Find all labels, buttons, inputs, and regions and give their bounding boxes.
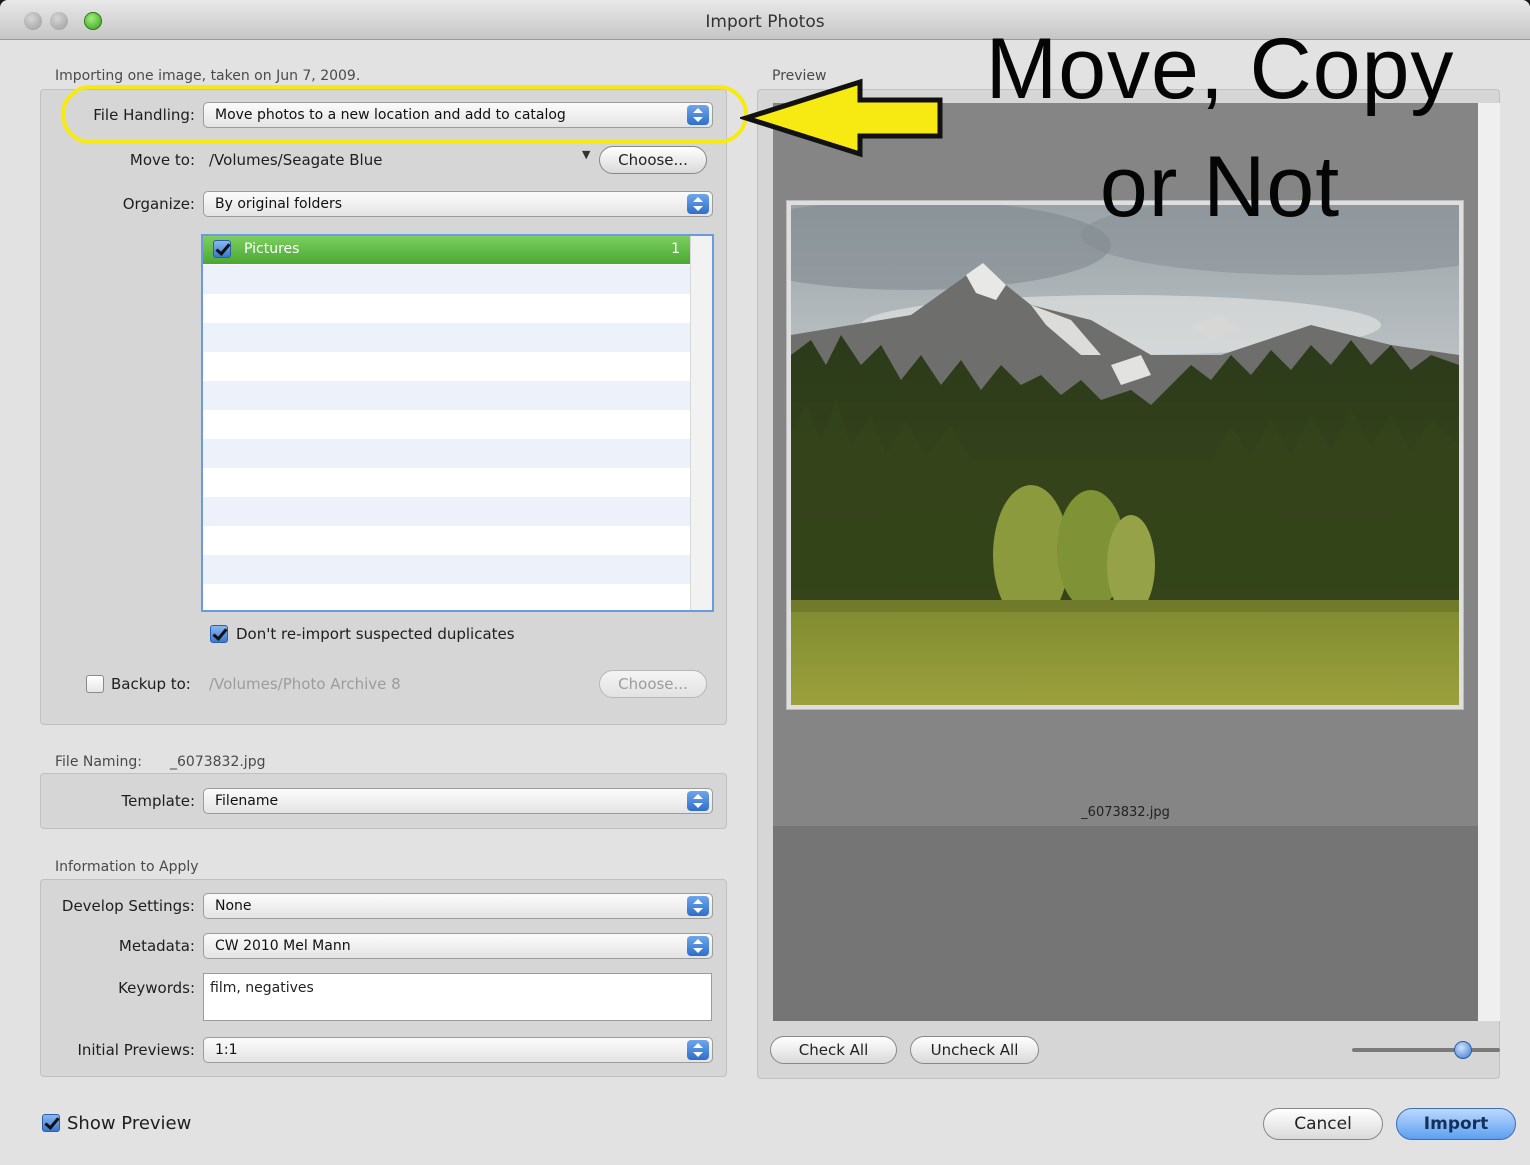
pointer-arrow-icon — [740, 78, 943, 158]
preview-filename: _6073832.jpg — [1081, 805, 1170, 820]
uncheck-all-button[interactable]: Uncheck All — [910, 1036, 1039, 1064]
backup-path: /Volumes/Photo Archive 8 — [209, 675, 401, 693]
info-to-apply-label: Information to Apply — [55, 859, 199, 875]
folder-list-rows — [203, 236, 690, 610]
initial-previews-value: 1:1 — [215, 1042, 238, 1058]
organize-value: By original folders — [215, 196, 343, 212]
organize-label: Organize: — [122, 195, 195, 213]
template-value: Filename — [215, 793, 279, 809]
import-button[interactable]: Import — [1396, 1108, 1516, 1140]
import-photos-window: Import Photos Importing one image, taken… — [0, 0, 1530, 1165]
move-to-choose-button[interactable]: Choose... — [599, 146, 707, 174]
keywords-label: Keywords: — [118, 979, 195, 997]
organize-popup[interactable]: By original folders — [203, 191, 713, 217]
template-popup[interactable]: Filename — [203, 788, 713, 814]
popup-arrows-icon — [687, 936, 709, 956]
move-to-recent-chevron-icon[interactable]: ▼ — [582, 148, 590, 161]
duplicates-checkbox[interactable] — [210, 625, 228, 643]
folder-checkbox[interactable] — [213, 240, 231, 258]
move-to-label: Move to: — [129, 151, 195, 169]
metadata-label: Metadata: — [118, 937, 195, 955]
file-handling-highlight — [61, 85, 748, 144]
popup-arrows-icon — [687, 791, 709, 811]
popup-arrows-icon — [687, 194, 709, 214]
show-preview-label: Show Preview — [67, 1113, 192, 1134]
folder-row[interactable]: Pictures 1 — [203, 236, 690, 264]
initial-previews-label: Initial Previews: — [77, 1041, 195, 1059]
import-summary: Importing one image, taken on Jun 7, 200… — [55, 68, 361, 84]
backup-choose-button[interactable]: Choose... — [599, 670, 707, 698]
backup-checkbox[interactable] — [86, 675, 104, 693]
keywords-field[interactable]: film, negatives — [203, 973, 712, 1021]
show-preview-checkbox[interactable] — [42, 1114, 60, 1132]
develop-settings-value: None — [215, 898, 252, 914]
file-naming-example: _6073832.jpg — [170, 754, 266, 770]
folder-name: Pictures — [244, 241, 300, 257]
preview-empty-area — [773, 826, 1478, 1021]
folder-list[interactable]: Pictures 1 — [201, 234, 714, 612]
metadata-popup[interactable]: CW 2010 Mel Mann — [203, 933, 713, 959]
develop-settings-label: Develop Settings: — [61, 897, 195, 915]
thumbnail-size-slider-thumb[interactable] — [1454, 1041, 1472, 1059]
file-naming-label: File Naming: — [55, 754, 142, 770]
metadata-value: CW 2010 Mel Mann — [215, 938, 351, 954]
cancel-button[interactable]: Cancel — [1263, 1108, 1383, 1140]
preview-photo — [791, 205, 1459, 705]
folder-count: 1 — [671, 241, 680, 257]
folder-list-scrollbar[interactable] — [690, 236, 712, 610]
overlay-title: Move, Copy or Not — [985, 21, 1455, 235]
move-to-path: /Volumes/Seagate Blue — [209, 151, 383, 169]
popup-arrows-icon — [687, 1040, 709, 1060]
preview-scrollbar[interactable] — [1478, 103, 1500, 1021]
initial-previews-popup[interactable]: 1:1 — [203, 1037, 713, 1063]
thumbnail-size-slider[interactable] — [1352, 1048, 1500, 1052]
backup-label: Backup to: — [111, 675, 191, 693]
popup-arrows-icon — [687, 896, 709, 916]
check-all-button[interactable]: Check All — [770, 1036, 897, 1064]
template-label: Template: — [121, 792, 196, 810]
develop-settings-popup[interactable]: None — [203, 893, 713, 919]
duplicates-label: Don't re-import suspected duplicates — [236, 625, 515, 643]
